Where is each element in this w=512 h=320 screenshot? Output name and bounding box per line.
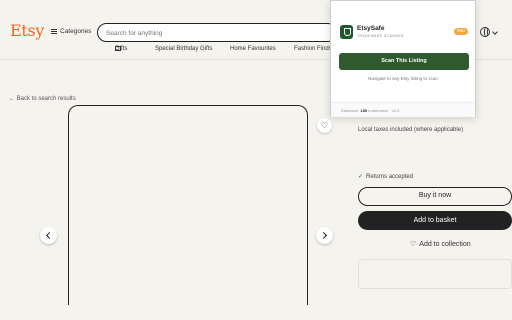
etsy-listing-page: Etsy Categories Gifts Special Birthday G… <box>0 0 512 320</box>
chevron-down-icon <box>492 29 498 35</box>
returns-status: ✓ Returns accepted <box>358 173 413 180</box>
extension-title: EtsySafe <box>357 25 385 32</box>
trademark-count: 185 <box>360 108 368 113</box>
categories-label: Categories <box>60 28 92 35</box>
favourite-button[interactable]: ♡ <box>317 118 332 133</box>
database-info: Database: 185 trademarks · v2.0 <box>341 108 400 113</box>
previous-image-button[interactable] <box>40 227 57 244</box>
etsysafe-extension-popup: EtsySafe TRADEMARK SCANNER PRO Scan This… <box>330 0 476 117</box>
listing-details-card <box>358 259 512 289</box>
extension-subtitle: TRADEMARK SCANNER <box>357 34 404 38</box>
add-collection-label: Add to collection <box>419 241 471 248</box>
pro-badge: PRO <box>454 28 468 35</box>
popup-header: EtsySafe TRADEMARK SCANNER PRO <box>331 1 475 45</box>
nav-item-special-birthday-gifts[interactable]: Special Birthday Gifts <box>155 46 212 52</box>
add-to-basket-button[interactable]: Add to basket <box>358 211 512 230</box>
menu-icon <box>51 29 57 34</box>
back-label: Back to search results <box>16 96 76 102</box>
version-label: v2.0 <box>391 108 400 113</box>
categories-button[interactable]: Categories <box>51 28 91 35</box>
shield-icon <box>340 25 353 39</box>
scan-listing-button[interactable]: Scan This Listing <box>339 53 469 70</box>
heart-icon: ♡ <box>410 241 417 248</box>
returns-label: Returns accepted <box>366 174 414 180</box>
taxes-note: Local taxes included (where applicable) <box>358 127 464 133</box>
nav-item-home-favourites[interactable]: Home Favourites <box>230 46 276 52</box>
heart-icon: ♡ <box>320 121 329 130</box>
buy-now-button[interactable]: Buy it now <box>358 187 512 206</box>
globe-icon[interactable] <box>480 27 490 37</box>
popup-footer: Database: 185 trademarks · v2.0 <box>331 102 475 117</box>
search-input[interactable] <box>106 28 326 38</box>
search-bar[interactable] <box>97 23 337 42</box>
back-to-results-link[interactable]: ← Back to search results <box>9 96 76 102</box>
add-to-collection-button[interactable]: ♡ Add to collection <box>410 240 471 248</box>
arrow-left-icon: ← <box>9 96 17 102</box>
listing-image[interactable] <box>68 105 308 305</box>
check-icon: ✓ <box>358 174 364 180</box>
scan-hint: Navigate to any Etsy listing to scan <box>368 76 438 81</box>
next-image-button[interactable] <box>316 227 333 244</box>
etsy-logo[interactable]: Etsy <box>10 21 44 40</box>
nav-item-fashion-finds[interactable]: Fashion Finds <box>294 46 332 52</box>
